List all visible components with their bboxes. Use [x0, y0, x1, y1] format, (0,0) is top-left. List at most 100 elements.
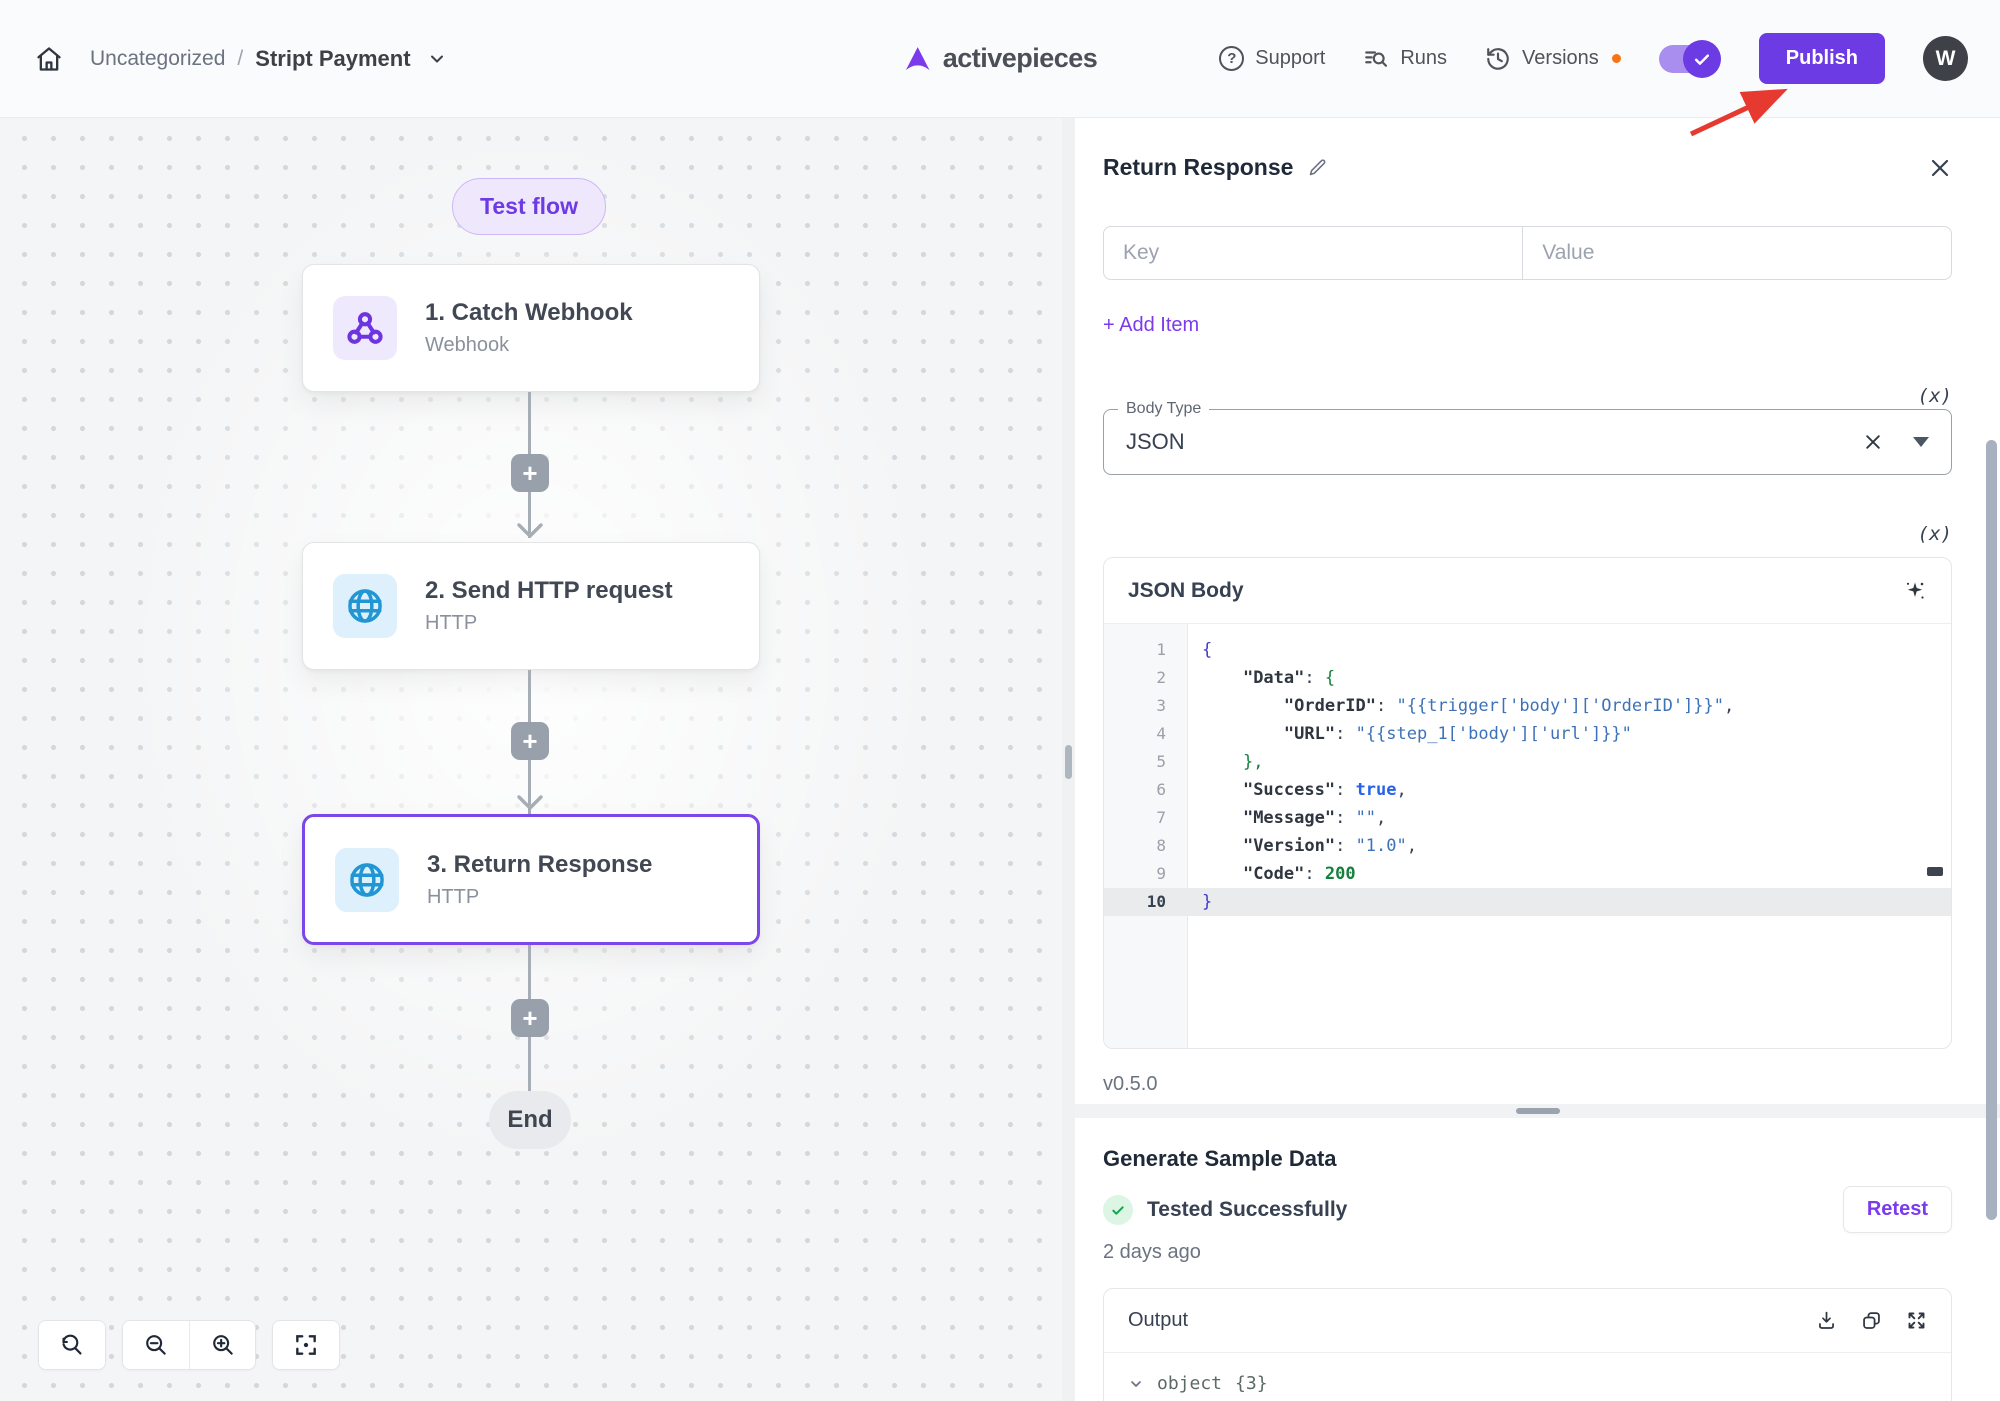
panel-title: Return Response: [1103, 154, 1293, 181]
section-divider-handle[interactable]: [1516, 1108, 1560, 1114]
globe-icon: [335, 848, 399, 912]
last-tested-time: 2 days ago: [1103, 1241, 1952, 1264]
step-title: 2. Send HTTP request: [425, 577, 673, 605]
json-code-lines: 1{2 "Data": {3 "OrderID": "{{trigger['bo…: [1104, 636, 1951, 916]
step-card-return-response[interactable]: 3. Return Response HTTP: [302, 814, 760, 945]
code-line[interactable]: 6 "Success": true,: [1104, 776, 1951, 804]
value-input[interactable]: [1523, 227, 1951, 279]
code-line[interactable]: 4 "URL": "{{step_1['body']['url']}}": [1104, 720, 1951, 748]
headers-key-value-row: [1103, 226, 1952, 280]
toggle-check-icon: [1683, 40, 1721, 78]
support-label: Support: [1255, 47, 1325, 70]
step-subtitle: HTTP: [427, 886, 652, 909]
clear-selection-icon[interactable]: [1863, 432, 1883, 452]
flow-name: Stript Payment: [255, 46, 410, 72]
download-icon[interactable]: [1816, 1310, 1837, 1331]
versions-label: Versions: [1522, 47, 1599, 70]
add-step-button[interactable]: +: [511, 454, 549, 492]
runs-list-search-icon: [1363, 46, 1389, 72]
body-type-label: Body Type: [1118, 400, 1209, 418]
tree-node-type: object: [1157, 1373, 1222, 1394]
activepieces-logo-icon: [903, 44, 933, 74]
runs-label: Runs: [1400, 47, 1447, 70]
code-line[interactable]: 2 "Data": {: [1104, 664, 1951, 692]
home-icon[interactable]: [32, 42, 66, 76]
test-flow-button[interactable]: Test flow: [452, 178, 606, 235]
step-title: 1. Catch Webhook: [425, 299, 633, 327]
zoom-reset-button[interactable]: [39, 1321, 105, 1369]
generate-sample-data-title: Generate Sample Data: [1103, 1146, 1952, 1172]
sparkle-icon[interactable]: [1903, 579, 1927, 603]
tree-collapse-icon[interactable]: [1128, 1376, 1144, 1392]
fit-to-view-button[interactable]: [273, 1321, 339, 1369]
code-line[interactable]: 8 "Version": "1.0",: [1104, 832, 1951, 860]
step-subtitle: HTTP: [425, 612, 673, 635]
publish-button[interactable]: Publish: [1759, 33, 1885, 84]
step-card-send-http[interactable]: 2. Send HTTP request HTTP: [302, 542, 760, 670]
breadcrumb-category[interactable]: Uncategorized: [90, 47, 225, 71]
section-divider: [1075, 1104, 2000, 1118]
expand-icon[interactable]: [1906, 1310, 1927, 1331]
test-status-label: Tested Successfully: [1147, 1198, 1347, 1222]
retest-button[interactable]: Retest: [1843, 1186, 1952, 1233]
history-icon: [1485, 46, 1511, 72]
logo: activepieces: [903, 43, 1098, 74]
step-title: 3. Return Response: [427, 851, 652, 879]
output-title: Output: [1128, 1309, 1188, 1332]
zoom-in-button[interactable]: [189, 1321, 255, 1369]
dropdown-caret-icon[interactable]: [1913, 437, 1929, 447]
canvas-toolbar: [38, 1320, 340, 1370]
logo-text: activepieces: [943, 43, 1098, 74]
key-input[interactable]: [1104, 227, 1522, 279]
code-editor[interactable]: 1{2 "Data": {3 "OrderID": "{{trigger['bo…: [1104, 624, 1951, 1048]
breadcrumb: Uncategorized / Stript Payment: [90, 46, 447, 72]
insert-variable-icon[interactable]: (x): [1918, 385, 1952, 407]
connector-arrow-icon: [516, 522, 544, 540]
panel-divider: [1062, 118, 1075, 1401]
code-line[interactable]: 5 },: [1104, 748, 1951, 776]
success-check-icon: [1103, 1195, 1133, 1225]
unsaved-changes-dot: [1612, 54, 1621, 63]
globe-icon: [333, 574, 397, 638]
question-icon: ?: [1219, 46, 1244, 71]
code-line[interactable]: 7 "Message": "",: [1104, 804, 1951, 832]
insert-variable-icon[interactable]: (x): [1918, 523, 1952, 545]
webhook-icon: [333, 296, 397, 360]
panel-divider-handle[interactable]: [1065, 745, 1072, 779]
zoom-in-icon: [210, 1332, 236, 1358]
step-settings-panel: Return Response + Add Item (x) Body Type…: [1075, 118, 2000, 1401]
chevron-down-icon[interactable]: [427, 49, 447, 69]
json-body-title: JSON Body: [1128, 579, 1244, 603]
zoom-reset-icon: [59, 1332, 85, 1358]
add-item-button[interactable]: + Add Item: [1103, 314, 1199, 337]
output-tree-row: object {3}: [1104, 1353, 1951, 1401]
window-scrollbar-thumb[interactable]: [1986, 440, 1997, 1220]
edit-name-icon[interactable]: [1307, 157, 1328, 178]
step-card-catch-webhook[interactable]: 1. Catch Webhook Webhook: [302, 264, 760, 392]
support-button[interactable]: ? Support: [1219, 46, 1325, 71]
code-line[interactable]: 1{: [1104, 636, 1951, 664]
avatar[interactable]: W: [1923, 36, 1968, 81]
runs-button[interactable]: Runs: [1363, 46, 1447, 72]
code-line[interactable]: 10}: [1104, 888, 1951, 916]
body-type-value: JSON: [1126, 429, 1185, 455]
connector-arrow-icon: [516, 794, 544, 812]
code-line[interactable]: 3 "OrderID": "{{trigger['body']['OrderID…: [1104, 692, 1951, 720]
fit-to-view-icon: [293, 1332, 319, 1358]
add-step-button[interactable]: +: [511, 999, 549, 1037]
flow-canvas: Test flow 1. Catch Webhook Webhook + 2. …: [0, 118, 1062, 1401]
tree-node-count: {3}: [1235, 1373, 1268, 1394]
output-card: Output object {3}: [1103, 1288, 1952, 1401]
top-navbar: Uncategorized / Stript Payment activepie…: [0, 0, 2000, 118]
code-line[interactable]: 9 "Code": 200: [1104, 860, 1951, 888]
versions-button[interactable]: Versions: [1485, 46, 1621, 72]
flow-end-node: End: [489, 1091, 571, 1149]
body-type-select[interactable]: Body Type JSON: [1103, 409, 1952, 475]
copy-icon[interactable]: [1861, 1310, 1882, 1331]
add-step-button[interactable]: +: [511, 722, 549, 760]
json-body-editor: JSON Body 1{2 "Data": {3 "OrderID": "{{t…: [1103, 557, 1952, 1049]
close-panel-icon[interactable]: [1928, 156, 1952, 180]
step-subtitle: Webhook: [425, 334, 633, 357]
zoom-out-button[interactable]: [123, 1321, 189, 1369]
flow-enabled-toggle[interactable]: [1659, 45, 1717, 73]
